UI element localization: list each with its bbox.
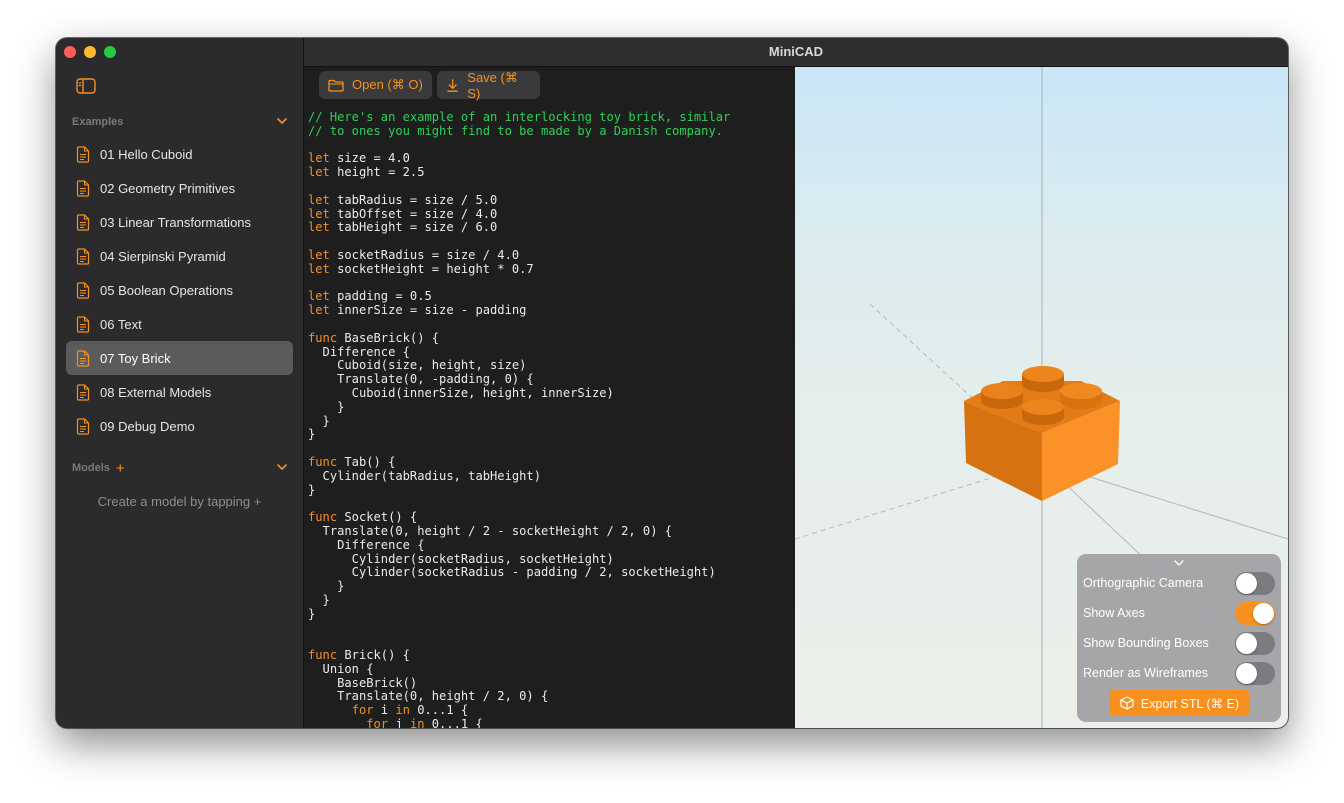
view-option-row: Show Bounding Boxes bbox=[1083, 630, 1275, 656]
example-item[interactable]: 01 Hello Cuboid bbox=[66, 137, 293, 171]
example-item[interactable]: 03 Linear Transformations bbox=[66, 205, 293, 239]
models-section-header[interactable]: Models + bbox=[72, 459, 288, 477]
example-item-label: 07 Toy Brick bbox=[100, 350, 171, 366]
chevron-down-icon[interactable] bbox=[276, 461, 288, 473]
view-option-label: Render as Wireframes bbox=[1083, 666, 1209, 680]
cube-icon bbox=[1120, 696, 1134, 710]
brick-tab bbox=[1022, 399, 1064, 425]
toggle-knob bbox=[1236, 573, 1257, 594]
toggle-knob bbox=[1253, 603, 1274, 624]
models-header-label: Models bbox=[72, 462, 110, 474]
code-text[interactable]: // Here's an example of an interlocking … bbox=[308, 110, 730, 728]
document-icon bbox=[76, 383, 90, 401]
example-item[interactable]: 07 Toy Brick bbox=[66, 341, 293, 375]
export-stl-button[interactable]: Export STL (⌘ E) bbox=[1109, 690, 1250, 716]
save-button[interactable]: Save (⌘ S) bbox=[437, 69, 540, 101]
3d-viewport[interactable]: Orthographic Camera Show Axes Show Boundin… bbox=[795, 67, 1288, 728]
document-icon bbox=[76, 417, 90, 435]
toy-brick-model bbox=[964, 366, 1120, 501]
example-item-label: 02 Geometry Primitives bbox=[100, 180, 236, 196]
example-item[interactable]: 02 Geometry Primitives bbox=[66, 171, 293, 205]
minimize-window-button[interactable] bbox=[84, 46, 96, 58]
document-icon bbox=[76, 349, 90, 367]
example-item-label: 06 Text bbox=[100, 316, 142, 332]
toggle-knob bbox=[1236, 633, 1257, 654]
example-item-label: 01 Hello Cuboid bbox=[100, 146, 193, 162]
example-item-label: 05 Boolean Operations bbox=[100, 282, 233, 298]
brick-tab bbox=[1022, 366, 1064, 392]
toggle-knob bbox=[1236, 663, 1257, 684]
window-title: MiniCAD bbox=[304, 38, 1288, 67]
view-option-toggle[interactable] bbox=[1235, 602, 1275, 625]
export-stl-label: Export STL (⌘ E) bbox=[1140, 696, 1240, 711]
view-option-label: Show Axes bbox=[1083, 606, 1145, 620]
sidebar: Examples 01 Hello Cuboid 02 Geometry Prim… bbox=[56, 38, 304, 728]
examples-list: 01 Hello Cuboid 02 Geometry Primitives 03 … bbox=[66, 137, 293, 443]
folder-icon bbox=[328, 79, 344, 92]
example-item-label: 03 Linear Transformations bbox=[100, 214, 252, 230]
example-item[interactable]: 08 External Models bbox=[66, 375, 293, 409]
app-window: Examples 01 Hello Cuboid 02 Geometry Prim… bbox=[56, 38, 1288, 728]
example-item[interactable]: 05 Boolean Operations bbox=[66, 273, 293, 307]
document-icon bbox=[76, 179, 90, 197]
example-item-label: 09 Debug Demo bbox=[100, 418, 195, 434]
download-icon bbox=[447, 78, 458, 92]
close-window-button[interactable] bbox=[64, 46, 76, 58]
document-icon bbox=[76, 247, 90, 265]
view-option-label: Orthographic Camera bbox=[1083, 576, 1204, 590]
chevron-down-icon[interactable] bbox=[1173, 558, 1185, 568]
code-editor[interactable]: Open (⌘ O) Save (⌘ S) // Here's an examp… bbox=[304, 67, 794, 728]
save-button-label: Save (⌘ S) bbox=[467, 69, 518, 101]
view-option-row: Render as Wireframes bbox=[1083, 660, 1275, 686]
view-option-toggle[interactable] bbox=[1235, 662, 1275, 685]
brick-tab bbox=[1060, 383, 1102, 409]
chevron-down-icon[interactable] bbox=[276, 115, 288, 127]
document-icon bbox=[76, 145, 90, 163]
examples-header-label: Examples bbox=[72, 116, 124, 128]
examples-section-header[interactable]: Examples bbox=[72, 113, 288, 131]
example-item[interactable]: 04 Sierpinski Pyramid bbox=[66, 239, 293, 273]
view-option-toggle[interactable] bbox=[1235, 572, 1275, 595]
document-icon bbox=[76, 281, 90, 299]
view-options-panel: Orthographic Camera Show Axes Show Boundin… bbox=[1077, 554, 1281, 722]
models-empty-hint: Create a model by tapping + bbox=[97, 494, 262, 509]
example-item[interactable]: 09 Debug Demo bbox=[66, 409, 293, 443]
window-controls bbox=[64, 46, 116, 58]
sidebar-toggle-icon[interactable] bbox=[76, 78, 96, 94]
document-icon bbox=[76, 213, 90, 231]
add-model-plus-icon[interactable]: + bbox=[116, 460, 125, 477]
example-item-label: 04 Sierpinski Pyramid bbox=[100, 248, 226, 264]
brick-tab bbox=[981, 383, 1023, 409]
open-button-label: Open (⌘ O) bbox=[352, 77, 423, 92]
view-option-toggle[interactable] bbox=[1235, 632, 1275, 655]
example-item-label: 08 External Models bbox=[100, 384, 212, 400]
document-icon bbox=[76, 315, 90, 333]
view-option-row: Show Axes bbox=[1083, 600, 1275, 626]
zoom-window-button[interactable] bbox=[104, 46, 116, 58]
example-item[interactable]: 06 Text bbox=[66, 307, 293, 341]
view-option-label: Show Bounding Boxes bbox=[1083, 636, 1209, 650]
view-option-row: Orthographic Camera bbox=[1083, 570, 1275, 596]
open-button[interactable]: Open (⌘ O) bbox=[319, 71, 432, 99]
